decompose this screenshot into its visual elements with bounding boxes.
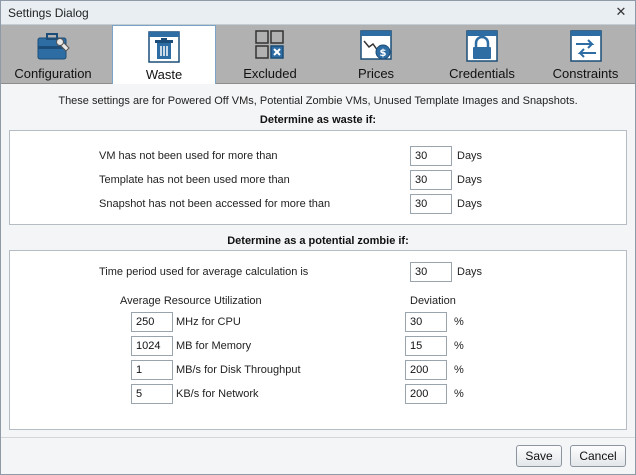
template-unused-label: Template has not been used more than: [99, 174, 290, 186]
tab-credentials[interactable]: Credentials: [430, 25, 534, 84]
days-unit: Days: [457, 174, 483, 186]
tab-configuration[interactable]: Configuration: [1, 25, 105, 84]
avg-utilization-header: Average Resource Utilization: [120, 295, 262, 307]
days-unit: Days: [457, 150, 483, 162]
snapshot-unaccessed-days-input[interactable]: [410, 194, 452, 214]
save-button[interactable]: Save: [516, 445, 562, 467]
network-unit-label: KB/s for Network: [176, 388, 259, 400]
zombie-heading: Determine as a potential zombie if:: [227, 235, 409, 247]
dialog-footer: Save Cancel: [1, 437, 635, 474]
zombie-criteria-box: Time period used for average calculation…: [9, 250, 627, 430]
disk-deviation-input[interactable]: [405, 360, 447, 380]
tab-constraints[interactable]: Constraints: [536, 25, 635, 84]
template-unused-days-input[interactable]: [410, 170, 452, 190]
deviation-header: Deviation: [410, 295, 456, 307]
excluded-grid-icon: [255, 30, 284, 59]
title-bar: Settings Dialog ✕: [1, 1, 635, 25]
window-title: Settings Dialog: [8, 6, 89, 20]
network-deviation-input[interactable]: [405, 384, 447, 404]
tab-label: Prices: [357, 66, 395, 81]
percent-unit: %: [454, 316, 464, 328]
vm-unused-days-input[interactable]: [410, 146, 452, 166]
memory-threshold-input[interactable]: [131, 336, 173, 356]
disk-threshold-input[interactable]: [131, 360, 173, 380]
tab-label: Waste: [145, 67, 183, 82]
percent-unit: %: [454, 364, 464, 376]
tab-label: Configuration: [14, 66, 92, 81]
waste-settings-panel: These settings are for Powered Off VMs, …: [1, 85, 635, 437]
vm-unused-label: VM has not been used for more than: [99, 150, 278, 162]
tab-excluded[interactable]: Excluded: [218, 25, 322, 84]
tab-label: Credentials: [449, 66, 515, 81]
arrows-icon: [569, 30, 602, 62]
waste-criteria-box: VM has not been used for more than Days …: [9, 130, 627, 225]
tab-label: Constraints: [552, 66, 619, 81]
lock-icon: [466, 30, 498, 62]
trash-icon: [148, 31, 180, 63]
memory-unit-label: MB for Memory: [176, 340, 252, 352]
days-unit: Days: [457, 198, 483, 210]
briefcase-wrench-icon: [37, 33, 70, 60]
cancel-button[interactable]: Cancel: [570, 445, 626, 467]
dollar-chart-icon: $: [360, 30, 392, 60]
disk-unit-label: MB/s for Disk Throughput: [176, 364, 301, 376]
tab-waste[interactable]: Waste: [112, 25, 216, 84]
cpu-unit-label: MHz for CPU: [176, 316, 241, 328]
cpu-threshold-input[interactable]: [131, 312, 173, 332]
network-threshold-input[interactable]: [131, 384, 173, 404]
snapshot-unaccessed-label: Snapshot has not been accessed for more …: [99, 198, 331, 210]
close-icon[interactable]: ✕: [613, 4, 629, 20]
percent-unit: %: [454, 388, 464, 400]
memory-deviation-input[interactable]: [405, 336, 447, 356]
settings-dialog: Settings Dialog ✕ Configuration Waste Ex…: [0, 0, 636, 475]
days-unit: Days: [457, 266, 483, 278]
tab-prices[interactable]: $ Prices: [324, 25, 428, 84]
tab-label: Excluded: [243, 66, 297, 81]
tab-bar: Configuration Waste Excluded $ Prices Cr…: [1, 25, 635, 84]
percent-unit: %: [454, 340, 464, 352]
intro-text: These settings are for Powered Off VMs, …: [58, 95, 578, 107]
svg-text:$: $: [380, 48, 387, 59]
cpu-deviation-input[interactable]: [405, 312, 447, 332]
waste-heading: Determine as waste if:: [259, 114, 377, 126]
time-period-days-input[interactable]: [410, 262, 452, 282]
time-period-label: Time period used for average calculation…: [99, 266, 309, 278]
